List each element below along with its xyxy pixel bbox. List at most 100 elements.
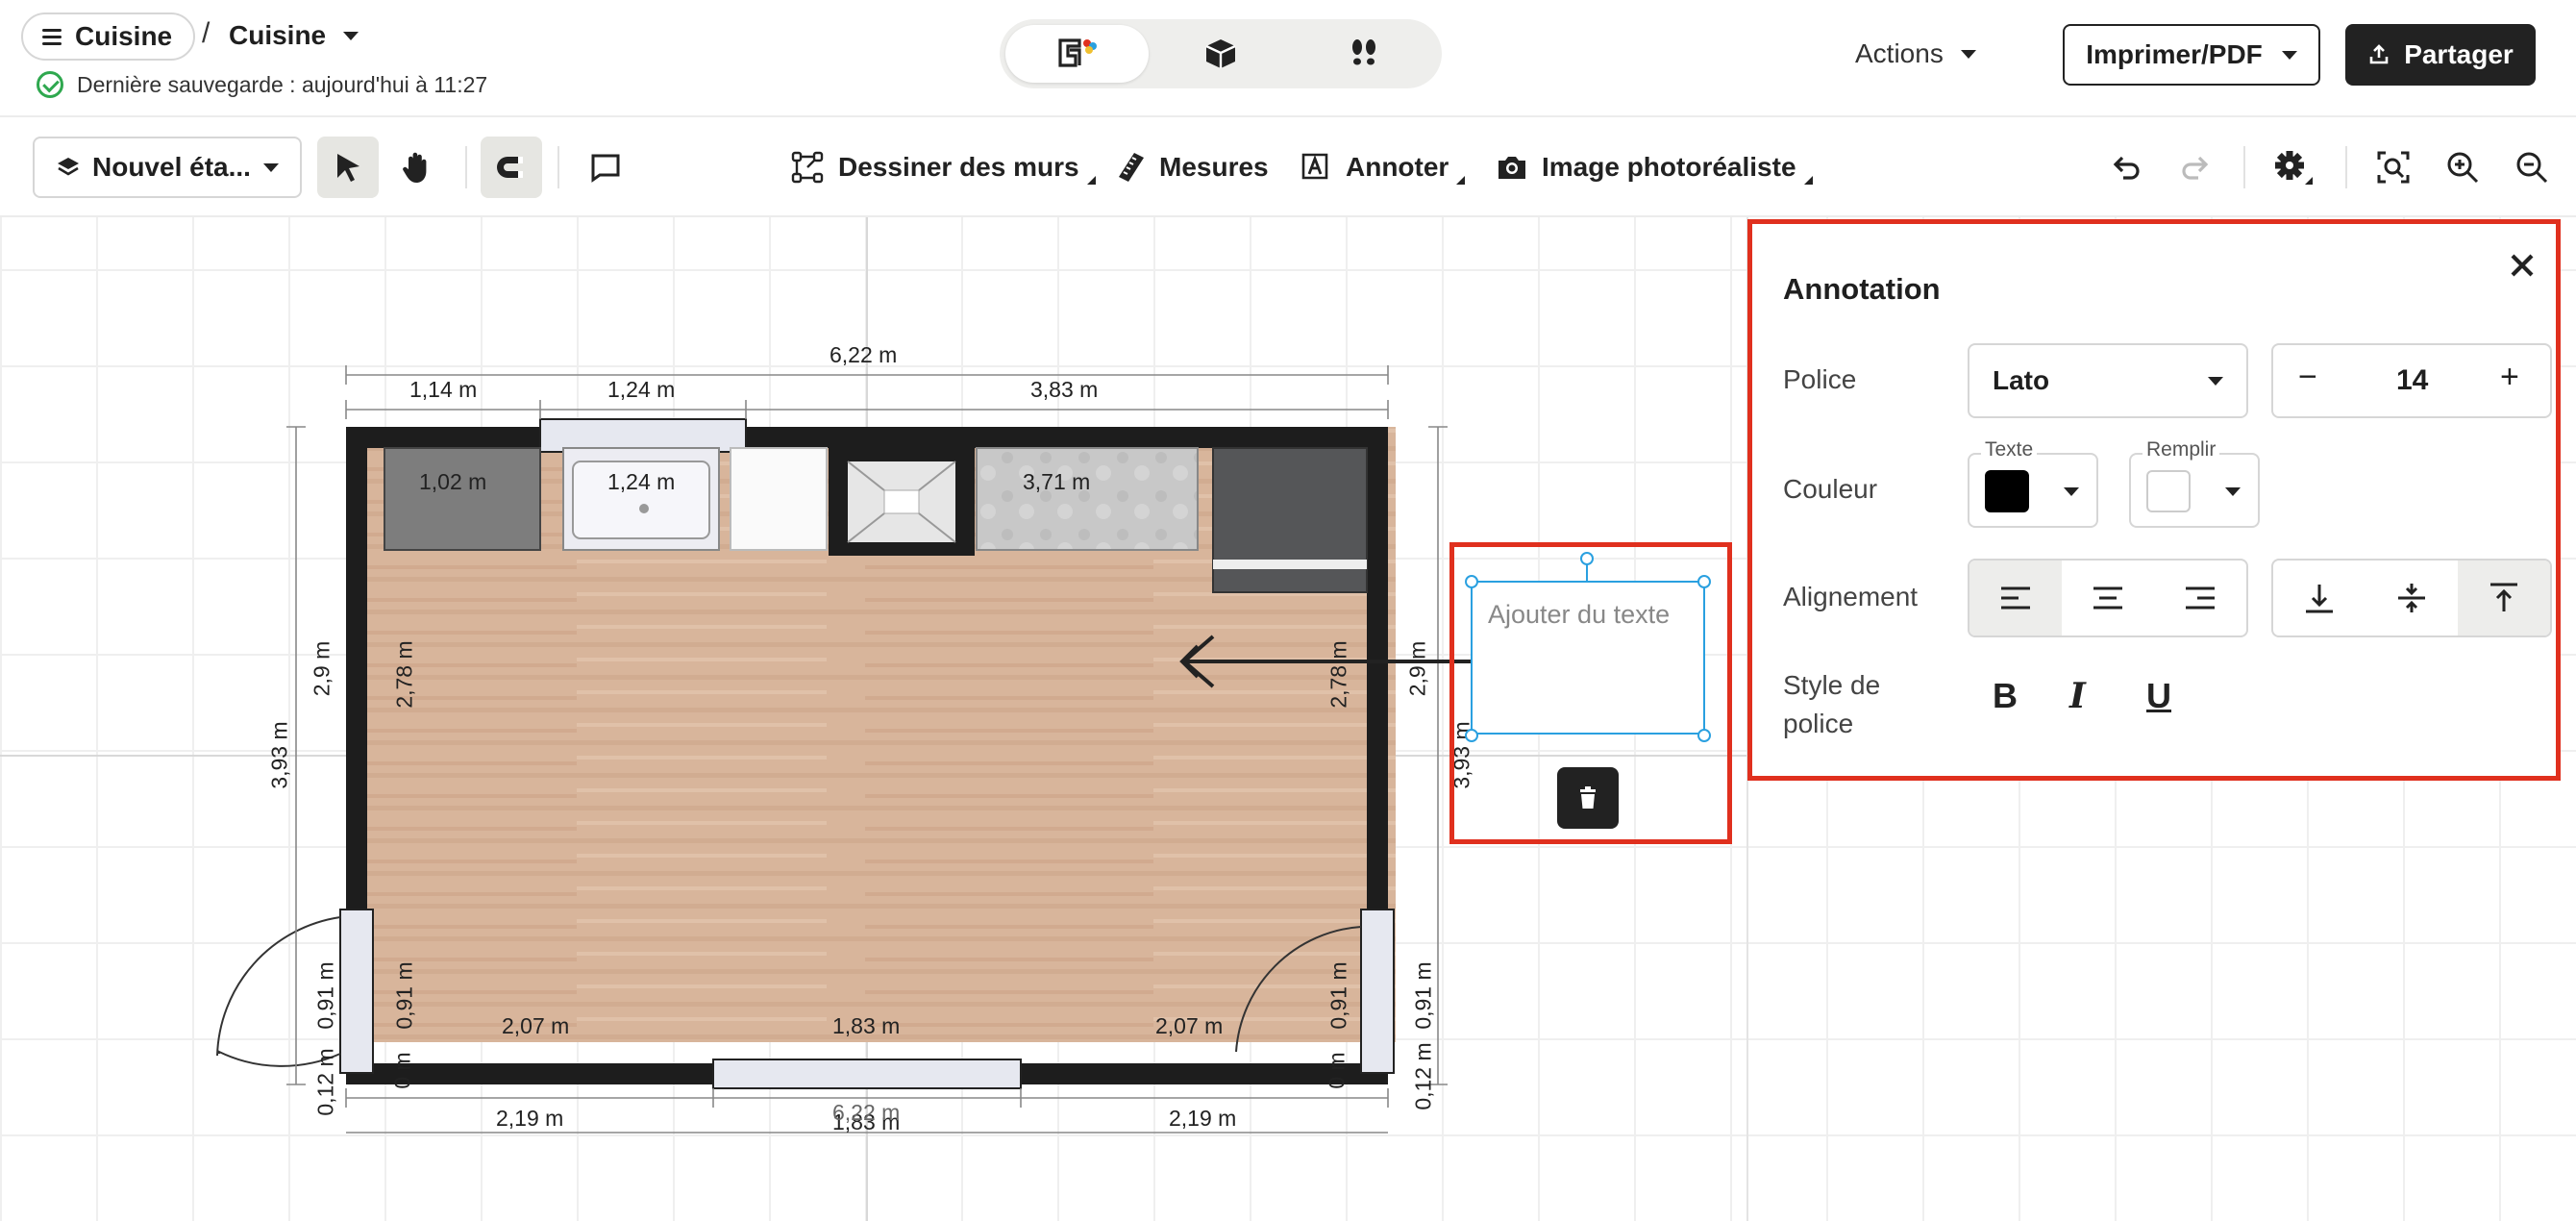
ruler-icon [1119,153,1144,182]
chevron-down-icon [2208,376,2223,386]
dimension-label: 2,9 m [1404,640,1430,697]
share-upload-icon [2369,44,2389,64]
close-icon[interactable] [2506,249,2539,282]
dimension-label: 0,91 m [1410,961,1436,1030]
dimension-label: 1,02 m [419,469,487,494]
undo-button[interactable] [2095,137,2157,198]
align-right-button[interactable] [2154,561,2246,635]
view-2d-button[interactable] [1005,25,1149,83]
draw-walls-tool[interactable]: Dessiner des murs [790,138,1096,196]
font-style-label: police [1783,709,1854,738]
dimension-label: 2,07 m [502,1013,570,1038]
measures-tool[interactable]: Mesures [1117,138,1269,196]
underline-button[interactable]: U [2146,676,2171,716]
resize-handle[interactable] [1697,575,1711,588]
annotation-panel: Annotation Police Lato − 14 + Couleur Te… [1747,219,2561,781]
chevron-down-icon [2064,487,2079,496]
dimension-label: 3,83 m [1030,377,1099,402]
increase-size-button[interactable]: + [2500,359,2519,396]
measures-label: Mesures [1159,152,1269,182]
bold-button[interactable]: B [1993,676,2018,716]
dimension-label: 0,91 m [1325,961,1351,1030]
select-tool[interactable] [317,137,379,198]
comment-tool[interactable] [575,137,636,198]
toolbar-divider [2345,146,2347,188]
horizontal-alignment-group [1968,559,2248,637]
text-color-picker[interactable]: Texte [1968,438,2098,528]
page-selector[interactable]: Cuisine [229,13,359,58]
annotation-text-box[interactable]: Ajouter du texte [1471,581,1705,735]
dimension-label: 6,22 m [832,1100,901,1125]
project-menu-label: Cuisine [75,21,173,51]
align-top-button[interactable] [2458,561,2550,635]
align-left-icon [2001,586,2030,610]
cursor-arrow-icon [337,154,359,182]
breadcrumb-separator: / [202,17,211,49]
decrease-size-button[interactable]: − [2298,359,2317,396]
italic-button[interactable]: I [2069,676,2086,716]
undo-icon [2113,156,2140,180]
font-family-value: Lato [1993,365,2050,395]
resize-handle[interactable] [1465,575,1478,588]
annotate-icon [1301,153,1328,180]
zoom-fit-button[interactable] [2363,137,2424,198]
font-family-select[interactable]: Lato [1968,343,2248,418]
delete-annotation-button[interactable] [1557,767,1619,829]
draw-walls-label: Dessiner des murs [838,152,1079,182]
toolbar-divider [2243,146,2245,188]
zoom-out-button[interactable] [2501,137,2563,198]
dimension-label: 2,78 m [1325,640,1351,709]
redo-icon [2182,156,2209,180]
magnet-snap-toggle[interactable] [481,137,542,198]
resize-handle[interactable] [1697,729,1711,742]
align-top-icon [2490,583,2517,611]
color-label: Couleur [1783,474,1878,504]
align-middle-icon [2398,584,2425,612]
align-bottom-icon [2306,585,2333,613]
dimension-label: 6,22 m [830,342,898,367]
settings-button[interactable] [2263,137,2324,198]
rotate-handle[interactable] [1580,552,1594,565]
dimension-label: 2,9 m [309,640,334,697]
trash-icon [1580,786,1596,809]
project-menu-button[interactable]: Cuisine [21,12,196,61]
resize-handle[interactable] [1465,729,1478,742]
level-label: Nouvel éta... [92,152,251,182]
submenu-corner-icon [1086,176,1096,185]
dimension-label: 0 m [1324,1052,1350,1089]
gear-icon [2275,151,2313,185]
footsteps-icon [1351,39,1375,65]
dimension-label: 2,19 m [1169,1106,1237,1131]
dimension-label: 0,91 m [391,961,417,1030]
chevron-down-icon [343,31,359,40]
redo-button[interactable] [2165,137,2226,198]
actions-menu-button[interactable]: Actions [1855,33,1976,75]
zoom-in-icon [2447,152,2479,184]
chevron-down-icon [2225,487,2241,496]
dimension-label: 3,71 m [1023,469,1091,494]
annotate-tool[interactable]: Annoter [1300,138,1466,196]
pan-tool[interactable] [386,137,448,198]
font-label: Police [1783,364,1857,394]
level-selector[interactable]: Nouvel éta... [33,137,302,198]
print-pdf-button[interactable]: Imprimer/PDF [2063,24,2320,86]
view-3d-button[interactable] [1149,25,1292,83]
dimension-label: 1,24 m [607,469,676,494]
font-size-stepper: − 14 + [2271,343,2552,418]
counter-left [384,447,541,551]
page-name: Cuisine [229,20,327,50]
align-left-button[interactable] [1969,561,2062,635]
dimension-label: 1,24 m [607,377,676,402]
save-status-text: Dernière sauvegarde : aujourd'hui à 11:2… [77,71,488,97]
align-center-button[interactable] [2062,561,2154,635]
counter-marble [976,447,1199,551]
align-middle-button[interactable] [2365,561,2458,635]
check-circle-icon [37,71,63,98]
photorealistic-image-tool[interactable]: Image photoréaliste [1496,138,1813,196]
hand-icon [403,152,427,183]
fill-color-picker[interactable]: Remplir [2129,438,2260,528]
share-button[interactable]: Partager [2345,24,2536,86]
zoom-in-button[interactable] [2432,137,2493,198]
align-bottom-button[interactable] [2273,561,2365,635]
view-walkthrough-button[interactable] [1292,25,1435,83]
